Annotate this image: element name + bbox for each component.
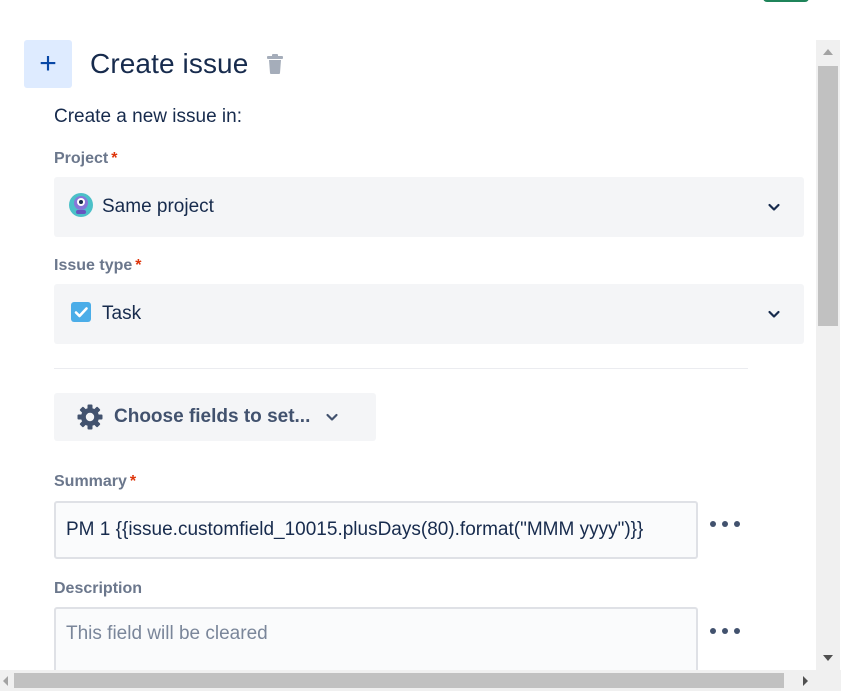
description-label: Description <box>54 580 142 598</box>
issue-type-value: Task <box>102 303 142 324</box>
issue-type-select[interactable]: Task <box>54 284 804 344</box>
gear-icon <box>77 404 103 430</box>
issue-type-label-text: Issue type <box>54 257 133 274</box>
vertical-scrollbar[interactable] <box>816 40 840 670</box>
summary-label: Summary * <box>54 473 136 491</box>
section-divider <box>54 368 748 369</box>
top-edge-button[interactable] <box>763 0 809 2</box>
required-mark: * <box>135 257 142 274</box>
summary-input[interactable] <box>54 501 698 559</box>
project-select[interactable]: Same project <box>54 177 804 237</box>
horizontal-scroll-thumb[interactable] <box>14 673 784 688</box>
summary-label-text: Summary <box>54 473 127 490</box>
description-label-text: Description <box>54 580 143 597</box>
chevron-down-icon <box>768 203 780 211</box>
project-label-text: Project <box>54 150 109 167</box>
summary-more-icon[interactable] <box>710 517 740 531</box>
rule-component-header: + Create issue <box>24 40 286 88</box>
scroll-left-icon[interactable] <box>3 676 8 686</box>
project-value: Same project <box>102 196 214 217</box>
description-field[interactable] <box>54 607 698 677</box>
choose-fields-button[interactable]: Choose fields to set... <box>54 393 376 441</box>
scroll-down-icon[interactable] <box>823 655 833 661</box>
required-mark: * <box>111 150 118 167</box>
required-mark: * <box>129 473 137 490</box>
horizontal-scrollbar[interactable] <box>0 670 816 691</box>
scroll-right-icon[interactable] <box>803 676 808 686</box>
scrollbar-corner <box>816 670 841 691</box>
issue-type-label: Issue type * <box>54 257 142 275</box>
trash-icon[interactable] <box>264 52 286 76</box>
chevron-down-icon <box>326 413 338 421</box>
add-icon: + <box>24 40 72 88</box>
task-checkbox-icon <box>68 299 94 330</box>
choose-fields-label: Choose fields to set... <box>114 406 311 427</box>
project-label: Project * <box>54 150 117 168</box>
intro-text: Create a new issue in: <box>54 106 242 127</box>
description-more-icon[interactable] <box>710 624 740 638</box>
scroll-up-icon[interactable] <box>823 49 833 55</box>
vertical-scroll-thumb[interactable] <box>818 66 838 326</box>
chevron-down-icon <box>768 310 780 318</box>
page-title: Create issue <box>90 48 249 79</box>
project-avatar-icon <box>68 192 94 223</box>
